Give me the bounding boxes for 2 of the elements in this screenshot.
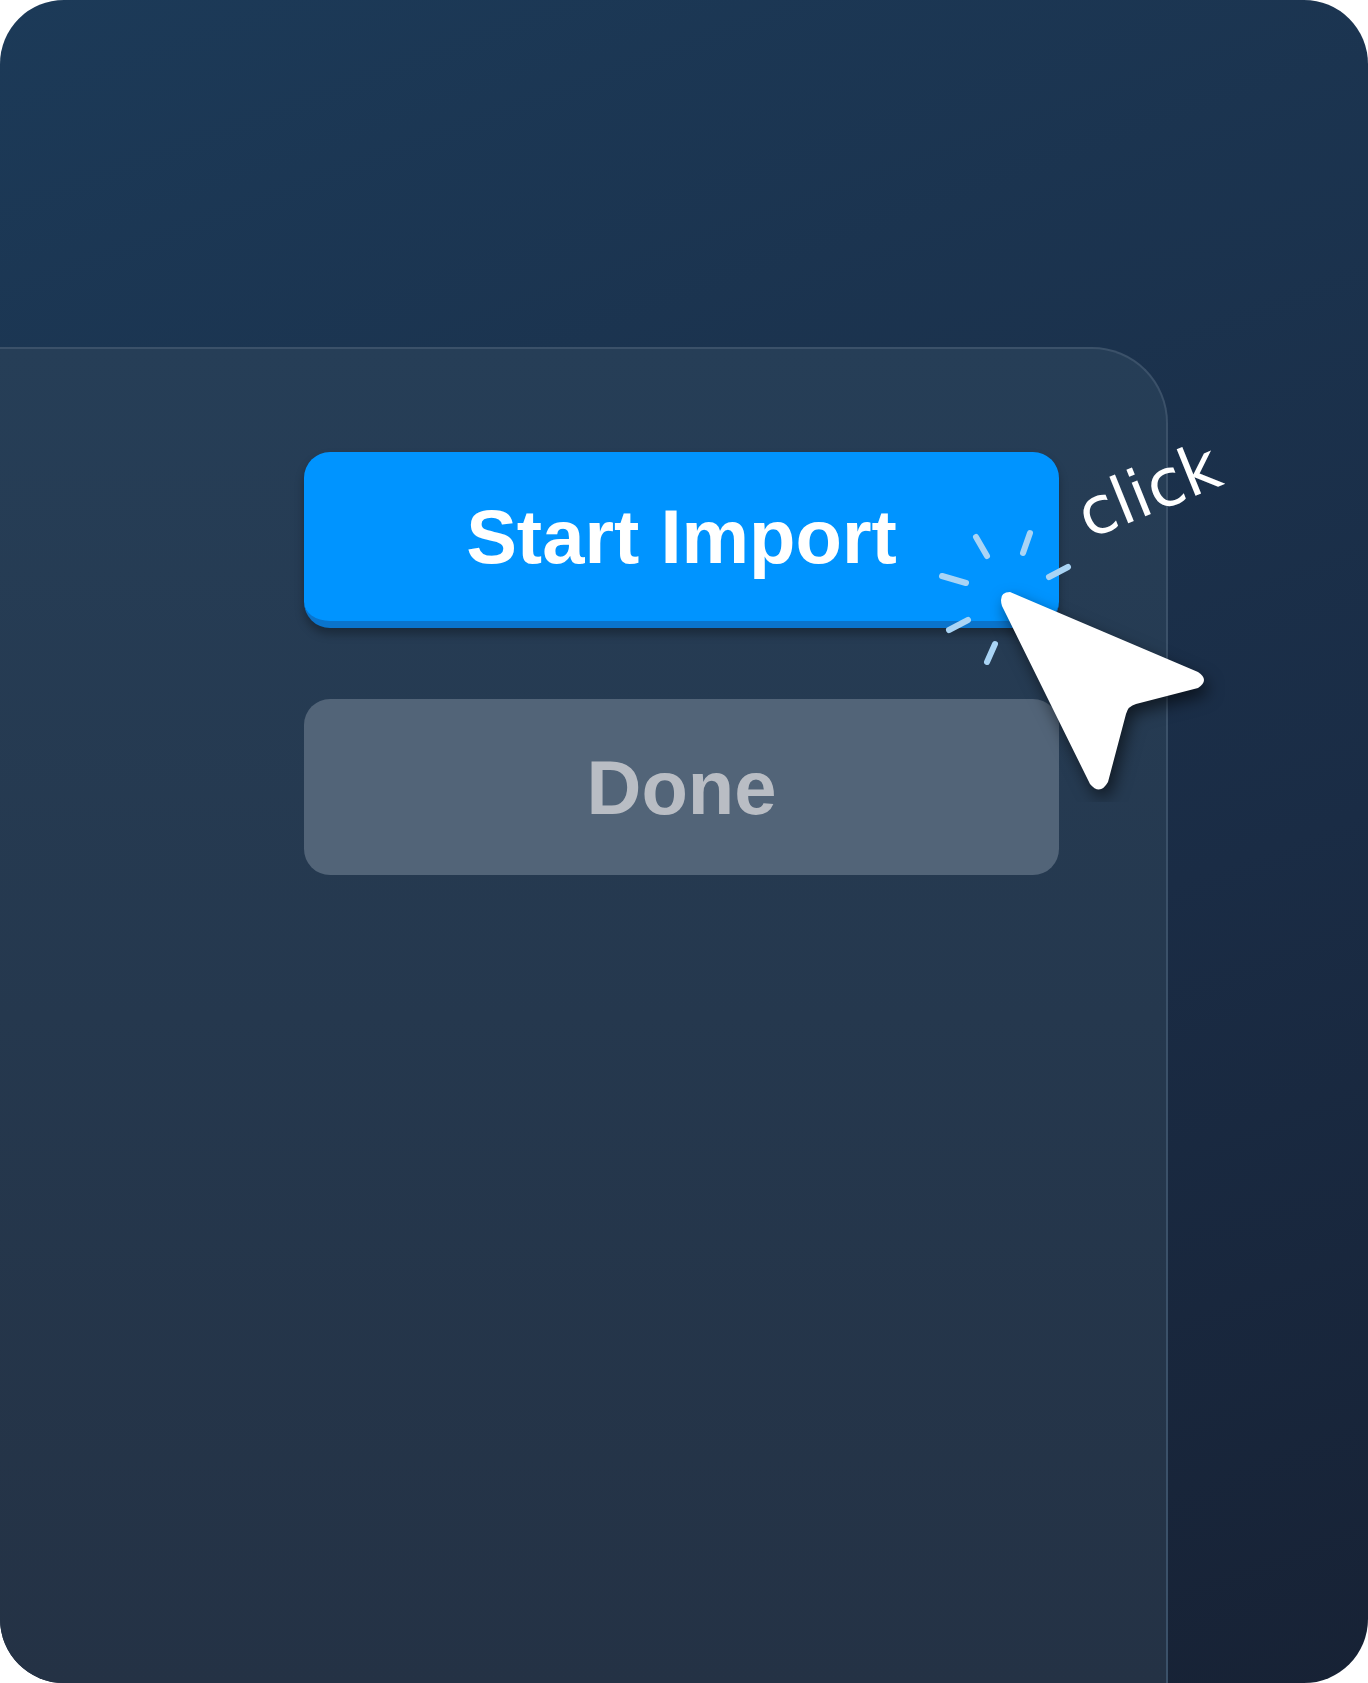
import-button[interactable]: Start Import <box>304 452 1059 628</box>
click-annotation: click <box>1065 427 1232 554</box>
